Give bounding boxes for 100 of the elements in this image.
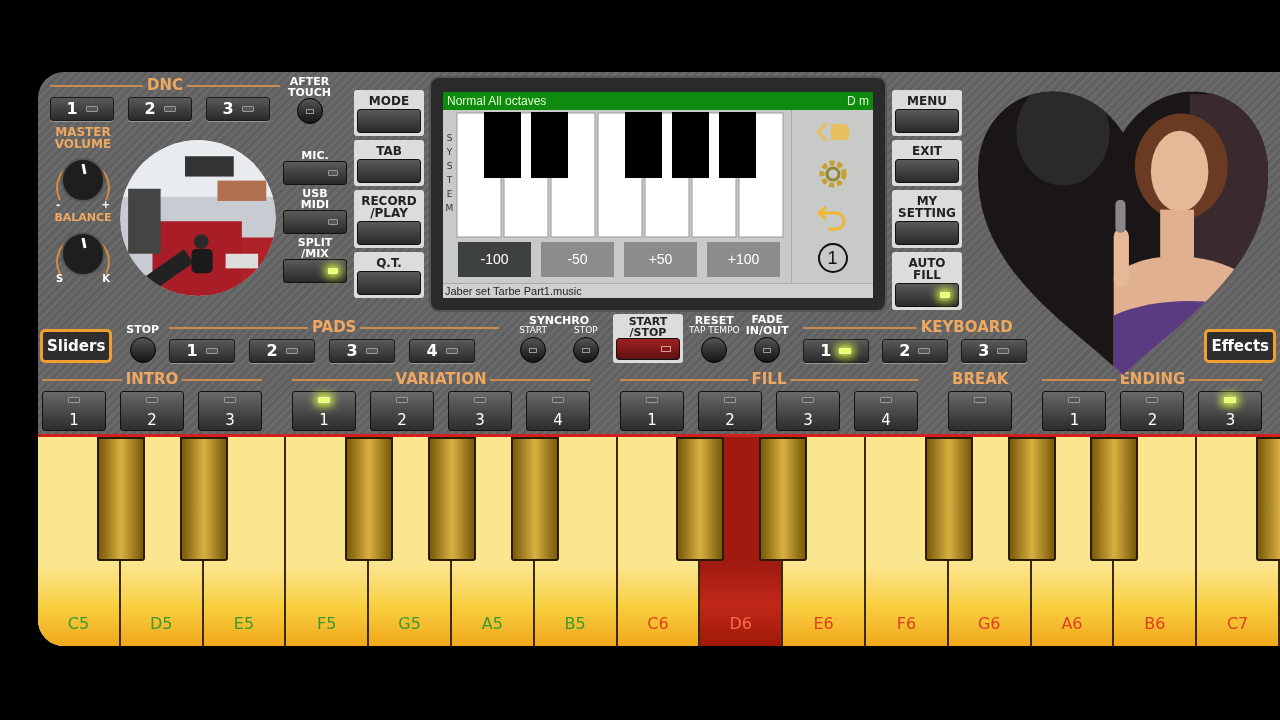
button-label[interactable]: 3 xyxy=(803,413,813,428)
button-label[interactable]: 1 xyxy=(1069,413,1080,428)
button-label[interactable]: 3 xyxy=(1225,413,1236,428)
section-button[interactable] xyxy=(948,391,1012,431)
mode-button[interactable] xyxy=(357,271,421,295)
sharp-key[interactable] xyxy=(924,437,973,561)
sliders-button[interactable]: Sliders xyxy=(40,329,113,363)
section-button[interactable]: 4 xyxy=(854,391,918,431)
dnc-button[interactable]: 3 xyxy=(206,97,270,121)
button-label: TAB xyxy=(376,145,402,157)
button-label[interactable]: 1 xyxy=(319,413,329,428)
tap-tempo-label: TAP TEMPO xyxy=(688,326,740,335)
keyboard-set-button[interactable]: 1 xyxy=(802,339,869,363)
mode-button[interactable] xyxy=(357,109,421,133)
button-label[interactable]: 4 xyxy=(553,413,563,428)
button-label[interactable]: 3 xyxy=(222,101,234,117)
reset-label: RESET xyxy=(694,315,734,326)
sharp-key[interactable] xyxy=(510,437,559,561)
section-button[interactable]: 1 xyxy=(292,391,356,431)
button-label[interactable]: 1 xyxy=(647,413,657,428)
switch-button[interactable] xyxy=(283,259,347,283)
button-label[interactable]: 3 xyxy=(475,413,485,428)
button-label[interactable]: 2 xyxy=(144,101,156,117)
dnc-button[interactable]: 2 xyxy=(128,97,192,121)
tune-button[interactable]: -100 xyxy=(458,242,531,277)
section-label: FILL xyxy=(751,372,787,387)
section-button[interactable]: 1 xyxy=(620,391,684,431)
pad-button[interactable]: 3 xyxy=(329,339,396,363)
key-label: E5 xyxy=(233,613,255,635)
start-stop-button[interactable] xyxy=(615,338,680,360)
key-label: G5 xyxy=(398,613,421,635)
sharp-key[interactable] xyxy=(676,437,725,561)
sharp-key[interactable] xyxy=(759,437,808,561)
button-label[interactable]: 2 xyxy=(147,413,157,428)
button-label: AUTO FILL xyxy=(908,257,946,281)
button-label[interactable]: 2 xyxy=(725,413,735,428)
round-button[interactable] xyxy=(520,337,547,363)
section-button[interactable]: 3 xyxy=(1198,391,1263,431)
key-label: C5 xyxy=(67,613,90,635)
button-label[interactable]: 1 xyxy=(186,343,198,359)
round-button[interactable] xyxy=(296,98,323,124)
key-label: B5 xyxy=(564,613,586,635)
button-label[interactable]: 1 xyxy=(66,101,78,117)
keyboard-set-button[interactable]: 2 xyxy=(881,339,948,363)
scale-keyboard-drawing[interactable] xyxy=(456,112,786,238)
sharp-key[interactable] xyxy=(96,437,145,561)
button-label[interactable]: 3 xyxy=(346,343,358,359)
mode-button[interactable] xyxy=(357,221,421,245)
button-label[interactable]: 3 xyxy=(225,413,235,428)
effects-button[interactable]: Effects xyxy=(1204,329,1276,363)
keyboard-set-button[interactable]: 3 xyxy=(960,339,1027,363)
preset-number[interactable]: 1 xyxy=(817,243,848,274)
section-button[interactable]: 3 xyxy=(448,391,512,431)
section-label: PADS xyxy=(311,320,357,335)
button-label[interactable]: 1 xyxy=(69,413,79,428)
menu-button[interactable] xyxy=(895,283,959,307)
section-button[interactable]: 2 xyxy=(698,391,762,431)
section-label: BREAK xyxy=(952,372,1009,387)
pad-button[interactable]: 4 xyxy=(409,339,476,363)
sharp-key[interactable] xyxy=(179,437,228,561)
button-label: EXIT xyxy=(911,145,943,157)
key-label: D6 xyxy=(729,613,752,635)
synchro-start-label: START xyxy=(519,326,547,335)
pad-button[interactable]: 2 xyxy=(249,339,316,363)
section-label: INTRO xyxy=(125,372,179,387)
section-button[interactable]: 3 xyxy=(776,391,840,431)
section-button[interactable]: 4 xyxy=(526,391,590,431)
switch-button[interactable] xyxy=(283,161,347,185)
switch-button[interactable] xyxy=(283,210,347,234)
button-label[interactable]: 2 xyxy=(266,343,278,359)
max-label: + xyxy=(101,200,110,210)
button-label[interactable]: 2 xyxy=(899,343,911,359)
mode-button[interactable] xyxy=(357,159,421,183)
round-button[interactable] xyxy=(129,337,156,363)
sharp-key[interactable] xyxy=(1090,437,1139,561)
key-label: C6 xyxy=(647,613,669,635)
key-label: F5 xyxy=(317,613,337,635)
sharp-key[interactable] xyxy=(428,437,476,561)
button-label[interactable]: 2 xyxy=(397,413,407,428)
chord-label: D m xyxy=(847,95,869,107)
button-label[interactable]: 1 xyxy=(820,343,832,359)
max-label: K xyxy=(102,274,110,284)
section-button[interactable]: 2 xyxy=(1120,391,1185,431)
section-button[interactable]: 2 xyxy=(370,391,434,431)
section-button[interactable]: 1 xyxy=(42,391,106,431)
section-button[interactable]: 1 xyxy=(1042,391,1107,431)
dnc-button[interactable]: 1 xyxy=(50,97,114,121)
round-button[interactable] xyxy=(754,337,781,363)
sharp-key[interactable] xyxy=(345,437,394,561)
key-label: A6 xyxy=(1061,613,1083,635)
button-label[interactable]: 2 xyxy=(1147,413,1158,428)
section-button[interactable]: 2 xyxy=(120,391,184,431)
round-button[interactable] xyxy=(572,337,599,363)
button-label[interactable]: 4 xyxy=(881,413,891,428)
button-label[interactable]: 3 xyxy=(978,343,990,359)
section-button[interactable]: 3 xyxy=(198,391,262,431)
sharp-key[interactable] xyxy=(1007,437,1056,561)
button-label[interactable]: 4 xyxy=(426,343,438,359)
round-button[interactable] xyxy=(701,337,728,363)
pad-button[interactable]: 1 xyxy=(169,339,236,363)
